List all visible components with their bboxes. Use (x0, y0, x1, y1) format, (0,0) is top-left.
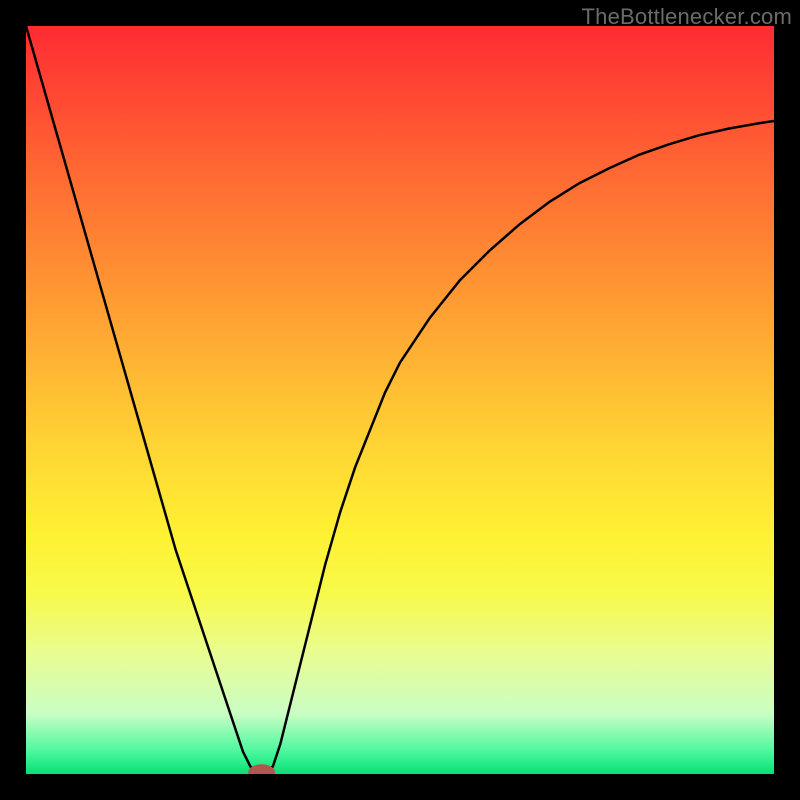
watermark-label: TheBottlenecker.com (582, 4, 792, 30)
chart-svg (26, 26, 774, 774)
optimum-marker-icon (248, 764, 275, 774)
chart-plot-area (26, 26, 774, 774)
chart-frame: TheBottlenecker.com (0, 0, 800, 800)
bottleneck-curve (26, 26, 774, 773)
